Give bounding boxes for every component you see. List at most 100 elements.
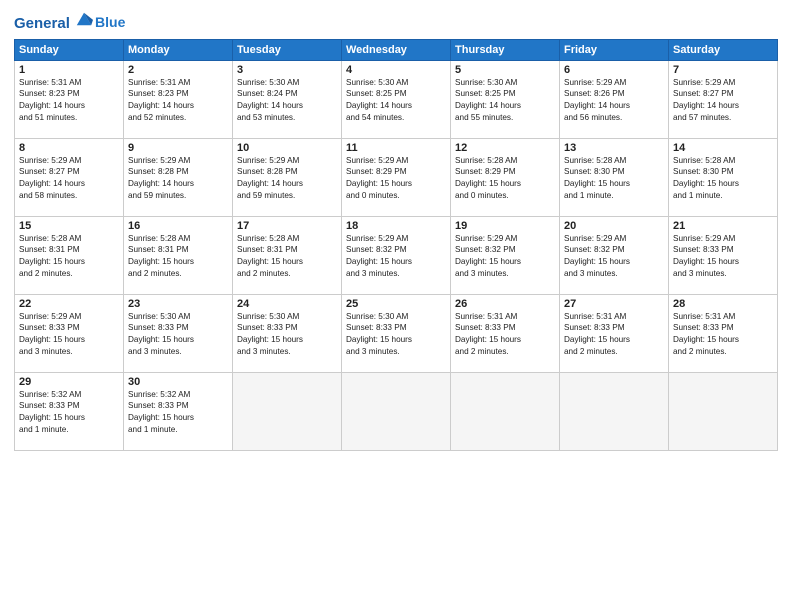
calendar-cell: 23Sunrise: 5:30 AM Sunset: 8:33 PM Dayli… [124, 294, 233, 372]
day-number: 14 [673, 142, 773, 154]
day-info: Sunrise: 5:29 AM Sunset: 8:33 PM Dayligh… [19, 311, 119, 359]
calendar-week-row: 1Sunrise: 5:31 AM Sunset: 8:23 PM Daylig… [15, 60, 778, 138]
day-info: Sunrise: 5:29 AM Sunset: 8:32 PM Dayligh… [564, 233, 664, 281]
day-info: Sunrise: 5:29 AM Sunset: 8:33 PM Dayligh… [673, 233, 773, 281]
day-number: 21 [673, 220, 773, 232]
calendar-header-cell: Thursday [451, 39, 560, 60]
calendar-cell: 15Sunrise: 5:28 AM Sunset: 8:31 PM Dayli… [15, 216, 124, 294]
page: General Blue SundayMondayTuesdayWednesda… [0, 0, 792, 612]
day-info: Sunrise: 5:31 AM Sunset: 8:23 PM Dayligh… [19, 77, 119, 125]
day-info: Sunrise: 5:31 AM Sunset: 8:33 PM Dayligh… [455, 311, 555, 359]
calendar-header-cell: Sunday [15, 39, 124, 60]
day-number: 20 [564, 220, 664, 232]
day-number: 15 [19, 220, 119, 232]
calendar-cell: 13Sunrise: 5:28 AM Sunset: 8:30 PM Dayli… [560, 138, 669, 216]
day-number: 28 [673, 298, 773, 310]
day-number: 5 [455, 64, 555, 76]
day-number: 11 [346, 142, 446, 154]
day-number: 13 [564, 142, 664, 154]
calendar-cell: 9Sunrise: 5:29 AM Sunset: 8:28 PM Daylig… [124, 138, 233, 216]
calendar-cell: 28Sunrise: 5:31 AM Sunset: 8:33 PM Dayli… [669, 294, 778, 372]
calendar-cell: 3Sunrise: 5:30 AM Sunset: 8:24 PM Daylig… [233, 60, 342, 138]
logo: General Blue [14, 10, 125, 33]
header: General Blue [14, 10, 778, 33]
day-number: 16 [128, 220, 228, 232]
day-info: Sunrise: 5:30 AM Sunset: 8:33 PM Dayligh… [237, 311, 337, 359]
day-info: Sunrise: 5:32 AM Sunset: 8:33 PM Dayligh… [128, 389, 228, 437]
calendar-week-row: 22Sunrise: 5:29 AM Sunset: 8:33 PM Dayli… [15, 294, 778, 372]
calendar-cell: 26Sunrise: 5:31 AM Sunset: 8:33 PM Dayli… [451, 294, 560, 372]
calendar-cell [451, 372, 560, 450]
calendar-cell: 14Sunrise: 5:28 AM Sunset: 8:30 PM Dayli… [669, 138, 778, 216]
day-info: Sunrise: 5:28 AM Sunset: 8:30 PM Dayligh… [564, 155, 664, 203]
calendar-cell: 10Sunrise: 5:29 AM Sunset: 8:28 PM Dayli… [233, 138, 342, 216]
day-number: 4 [346, 64, 446, 76]
day-info: Sunrise: 5:29 AM Sunset: 8:26 PM Dayligh… [564, 77, 664, 125]
calendar-body: 1Sunrise: 5:31 AM Sunset: 8:23 PM Daylig… [15, 60, 778, 450]
calendar-cell: 1Sunrise: 5:31 AM Sunset: 8:23 PM Daylig… [15, 60, 124, 138]
day-number: 12 [455, 142, 555, 154]
calendar-cell: 11Sunrise: 5:29 AM Sunset: 8:29 PM Dayli… [342, 138, 451, 216]
day-info: Sunrise: 5:32 AM Sunset: 8:33 PM Dayligh… [19, 389, 119, 437]
day-number: 26 [455, 298, 555, 310]
day-number: 3 [237, 64, 337, 76]
day-info: Sunrise: 5:29 AM Sunset: 8:27 PM Dayligh… [673, 77, 773, 125]
calendar-cell: 25Sunrise: 5:30 AM Sunset: 8:33 PM Dayli… [342, 294, 451, 372]
calendar-cell: 4Sunrise: 5:30 AM Sunset: 8:25 PM Daylig… [342, 60, 451, 138]
calendar-cell: 8Sunrise: 5:29 AM Sunset: 8:27 PM Daylig… [15, 138, 124, 216]
day-number: 8 [19, 142, 119, 154]
day-number: 7 [673, 64, 773, 76]
calendar-cell: 5Sunrise: 5:30 AM Sunset: 8:25 PM Daylig… [451, 60, 560, 138]
logo-icon [75, 10, 93, 28]
day-number: 29 [19, 376, 119, 388]
day-info: Sunrise: 5:31 AM Sunset: 8:33 PM Dayligh… [564, 311, 664, 359]
day-info: Sunrise: 5:28 AM Sunset: 8:30 PM Dayligh… [673, 155, 773, 203]
calendar-cell [233, 372, 342, 450]
calendar-cell: 17Sunrise: 5:28 AM Sunset: 8:31 PM Dayli… [233, 216, 342, 294]
calendar-cell: 24Sunrise: 5:30 AM Sunset: 8:33 PM Dayli… [233, 294, 342, 372]
day-info: Sunrise: 5:28 AM Sunset: 8:29 PM Dayligh… [455, 155, 555, 203]
calendar-cell: 18Sunrise: 5:29 AM Sunset: 8:32 PM Dayli… [342, 216, 451, 294]
calendar-cell [342, 372, 451, 450]
day-number: 10 [237, 142, 337, 154]
calendar-cell: 19Sunrise: 5:29 AM Sunset: 8:32 PM Dayli… [451, 216, 560, 294]
day-info: Sunrise: 5:28 AM Sunset: 8:31 PM Dayligh… [128, 233, 228, 281]
day-info: Sunrise: 5:31 AM Sunset: 8:33 PM Dayligh… [673, 311, 773, 359]
calendar-cell [560, 372, 669, 450]
day-number: 25 [346, 298, 446, 310]
day-number: 6 [564, 64, 664, 76]
day-info: Sunrise: 5:31 AM Sunset: 8:23 PM Dayligh… [128, 77, 228, 125]
day-info: Sunrise: 5:29 AM Sunset: 8:32 PM Dayligh… [455, 233, 555, 281]
day-info: Sunrise: 5:28 AM Sunset: 8:31 PM Dayligh… [237, 233, 337, 281]
calendar-cell: 16Sunrise: 5:28 AM Sunset: 8:31 PM Dayli… [124, 216, 233, 294]
day-number: 1 [19, 64, 119, 76]
calendar-week-row: 29Sunrise: 5:32 AM Sunset: 8:33 PM Dayli… [15, 372, 778, 450]
calendar-cell: 12Sunrise: 5:28 AM Sunset: 8:29 PM Dayli… [451, 138, 560, 216]
calendar-header-cell: Tuesday [233, 39, 342, 60]
calendar-cell: 29Sunrise: 5:32 AM Sunset: 8:33 PM Dayli… [15, 372, 124, 450]
day-info: Sunrise: 5:29 AM Sunset: 8:27 PM Dayligh… [19, 155, 119, 203]
calendar-cell: 20Sunrise: 5:29 AM Sunset: 8:32 PM Dayli… [560, 216, 669, 294]
day-number: 17 [237, 220, 337, 232]
calendar-cell: 30Sunrise: 5:32 AM Sunset: 8:33 PM Dayli… [124, 372, 233, 450]
day-info: Sunrise: 5:29 AM Sunset: 8:28 PM Dayligh… [237, 155, 337, 203]
calendar-week-row: 15Sunrise: 5:28 AM Sunset: 8:31 PM Dayli… [15, 216, 778, 294]
day-number: 24 [237, 298, 337, 310]
day-info: Sunrise: 5:30 AM Sunset: 8:33 PM Dayligh… [346, 311, 446, 359]
day-number: 19 [455, 220, 555, 232]
calendar-cell: 21Sunrise: 5:29 AM Sunset: 8:33 PM Dayli… [669, 216, 778, 294]
calendar-table: SundayMondayTuesdayWednesdayThursdayFrid… [14, 39, 778, 451]
day-number: 18 [346, 220, 446, 232]
calendar-header-row: SundayMondayTuesdayWednesdayThursdayFrid… [15, 39, 778, 60]
calendar-header-cell: Saturday [669, 39, 778, 60]
calendar-cell: 6Sunrise: 5:29 AM Sunset: 8:26 PM Daylig… [560, 60, 669, 138]
calendar-cell: 7Sunrise: 5:29 AM Sunset: 8:27 PM Daylig… [669, 60, 778, 138]
calendar-cell: 2Sunrise: 5:31 AM Sunset: 8:23 PM Daylig… [124, 60, 233, 138]
calendar-week-row: 8Sunrise: 5:29 AM Sunset: 8:27 PM Daylig… [15, 138, 778, 216]
calendar-header-cell: Friday [560, 39, 669, 60]
day-number: 9 [128, 142, 228, 154]
day-info: Sunrise: 5:30 AM Sunset: 8:33 PM Dayligh… [128, 311, 228, 359]
day-info: Sunrise: 5:28 AM Sunset: 8:31 PM Dayligh… [19, 233, 119, 281]
day-number: 2 [128, 64, 228, 76]
logo-blue: Blue [95, 15, 125, 30]
